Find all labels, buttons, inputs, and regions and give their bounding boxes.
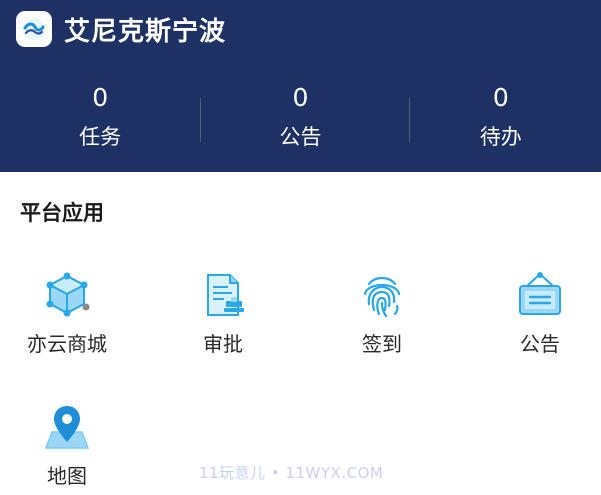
stats-bar: 0 任务 0 公告 0 待办: [0, 80, 601, 160]
app-label: 地图: [47, 464, 87, 488]
brand: 艾尼克斯宁波: [16, 11, 226, 47]
app-tile-mall[interactable]: 亦云商城: [0, 270, 142, 357]
approval-document-icon: [198, 270, 248, 320]
app-header: 艾尼克斯宁波 0 任务 0 公告 0 待办: [0, 0, 601, 172]
stat-label: 公告: [279, 125, 322, 149]
fingerprint-icon: [357, 270, 407, 320]
app-label: 公告: [520, 332, 560, 356]
app-title: 艾尼克斯宁波: [64, 16, 227, 47]
stat-label: 任务: [79, 125, 122, 149]
stat-count: 0: [492, 83, 509, 112]
cube-network-icon: [42, 270, 92, 320]
stat-count: 0: [292, 83, 309, 112]
watermark: 11玩意儿 • 11WYX.COM: [199, 464, 384, 482]
stat-announcements[interactable]: 0 公告: [200, 80, 400, 160]
notice-board-icon: [515, 270, 565, 320]
stat-label: 待办: [479, 125, 522, 149]
app-label: 审批: [203, 332, 243, 356]
app-tile-approval[interactable]: 审批: [148, 270, 298, 357]
stat-tasks[interactable]: 0 任务: [0, 80, 200, 160]
stat-count: 0: [92, 83, 109, 112]
app-tile-checkin[interactable]: 签到: [307, 270, 457, 357]
app-tile-notice[interactable]: 公告: [465, 270, 601, 357]
stat-todo[interactable]: 0 待办: [401, 80, 601, 160]
stat-divider: [409, 98, 410, 142]
wave-logo-icon: [16, 11, 52, 47]
app-label: 签到: [362, 332, 402, 356]
map-pin-icon: [42, 402, 92, 452]
app-tile-map[interactable]: 地图: [0, 402, 142, 489]
app-label: 亦云商城: [27, 332, 107, 356]
stat-divider: [200, 98, 201, 142]
section-title: 平台应用: [20, 201, 104, 225]
